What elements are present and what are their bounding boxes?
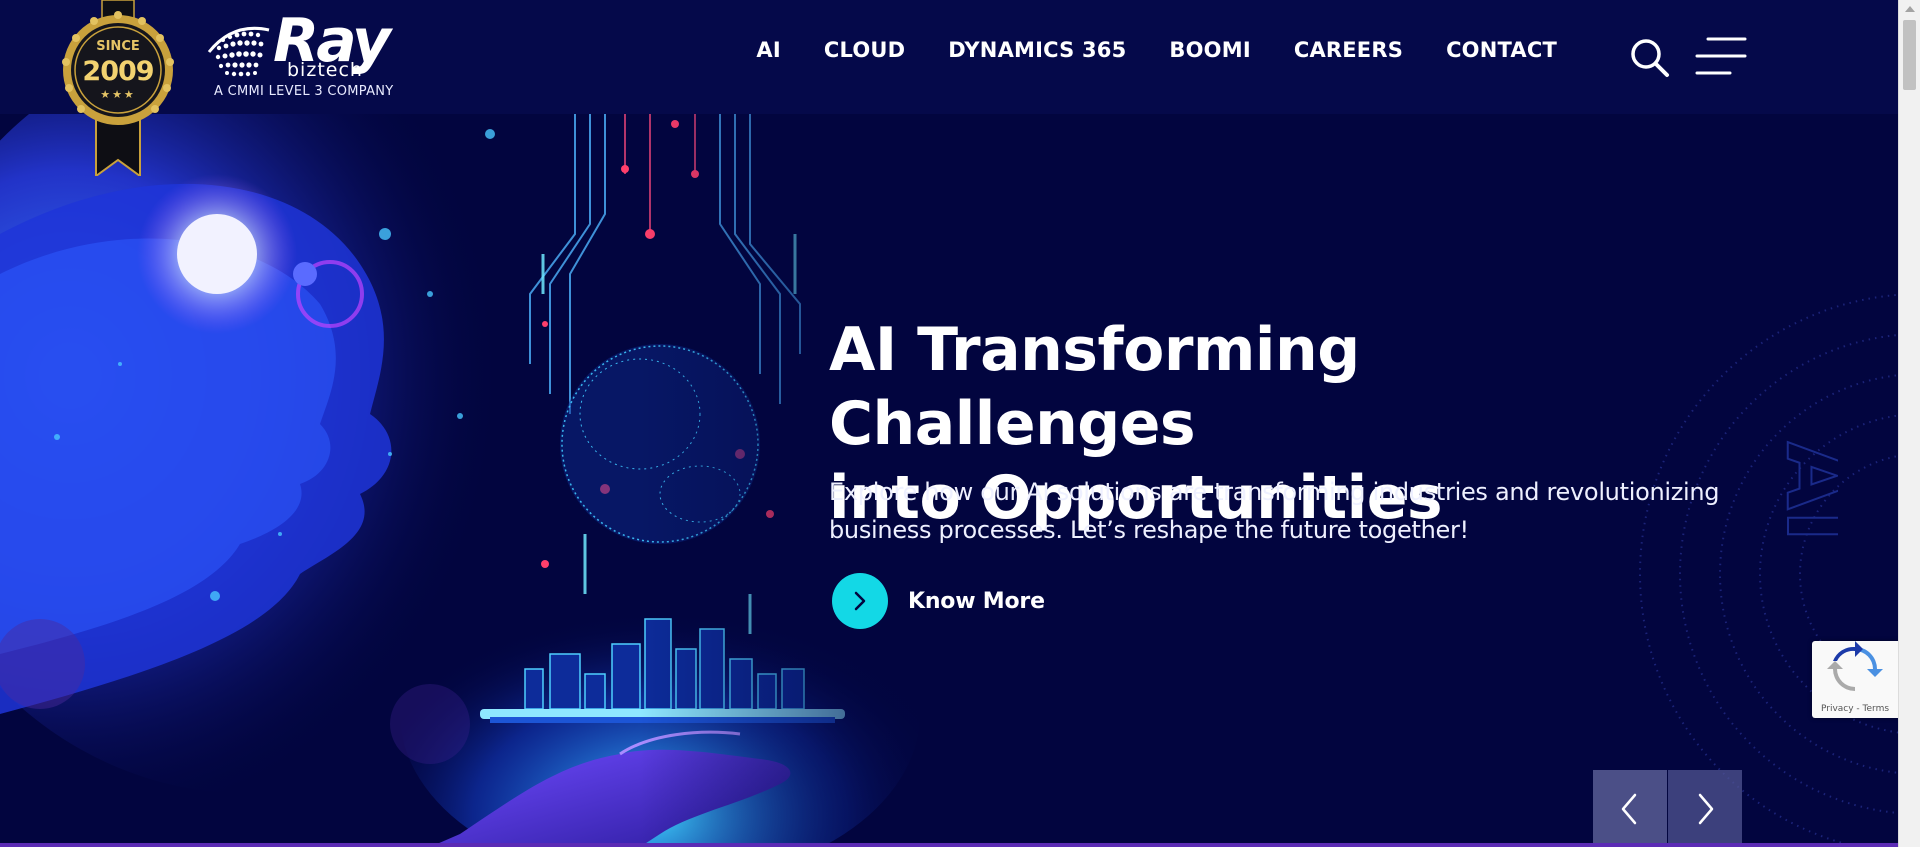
chevron-left-icon [1621,793,1637,824]
chevron-right-icon[interactable] [832,573,888,629]
badge-since-text: SINCE [96,39,140,54]
nav-item-cloud[interactable]: CLOUD [824,38,905,62]
logo-tagline: A CMMI LEVEL 3 COMPANY [214,84,394,99]
hero-banner: AI AI Transforming Challenges into Oppor… [0,114,1898,847]
svg-text:AI: AI [1767,442,1838,543]
scroll-up-arrow-icon[interactable] [1905,6,1915,12]
nav-item-ai[interactable]: AI [756,38,780,62]
main-nav: AI CLOUD DYNAMICS 365 BOOMI CAREERS CONT… [756,38,1557,62]
recaptcha-links[interactable]: Privacy - Terms [1812,704,1898,714]
know-more-button[interactable]: Know More [832,573,1045,629]
nav-item-boomi[interactable]: BOOMI [1169,38,1250,62]
chevron-right-icon [1698,793,1714,824]
scroll-thumb[interactable] [1903,20,1916,90]
page-scrollbar[interactable] [1898,0,1920,847]
bottom-accent-strip [0,843,1898,847]
hero-subtitle-line-2: business processes. Let’s reshape the fu… [829,516,1469,544]
nav-item-careers[interactable]: CAREERS [1294,38,1403,62]
nav-item-contact[interactable]: CONTACT [1446,38,1557,62]
ai-watermark-text: AI [1766,441,1838,544]
recaptcha-icon [1827,641,1883,691]
site-header: AI CLOUD DYNAMICS 365 BOOMI CAREERS CONT… [0,0,1898,114]
recaptcha-badge[interactable]: Privacy - Terms [1812,641,1898,718]
since-2009-badge: SINCE 2009 ★★★ [62,0,174,178]
hamburger-menu-icon[interactable] [1694,36,1748,80]
hero-subtitle-line-1: Explore how our AI solutions are transfo… [829,478,1720,506]
know-more-label: Know More [908,588,1045,614]
hero-subtitle: Explore how our AI solutions are transfo… [829,473,1729,549]
search-icon[interactable] [1628,36,1672,80]
hero-title-line-1: AI Transforming Challenges [829,315,1360,459]
nav-item-dynamics-365[interactable]: DYNAMICS 365 [948,38,1126,62]
slider-next-button[interactable] [1668,770,1742,847]
badge-year-text: 2009 [82,56,154,87]
logo-subword: biztech [287,59,363,81]
badge-stars: ★★★ [100,89,136,101]
slider-prev-button[interactable] [1593,770,1667,847]
